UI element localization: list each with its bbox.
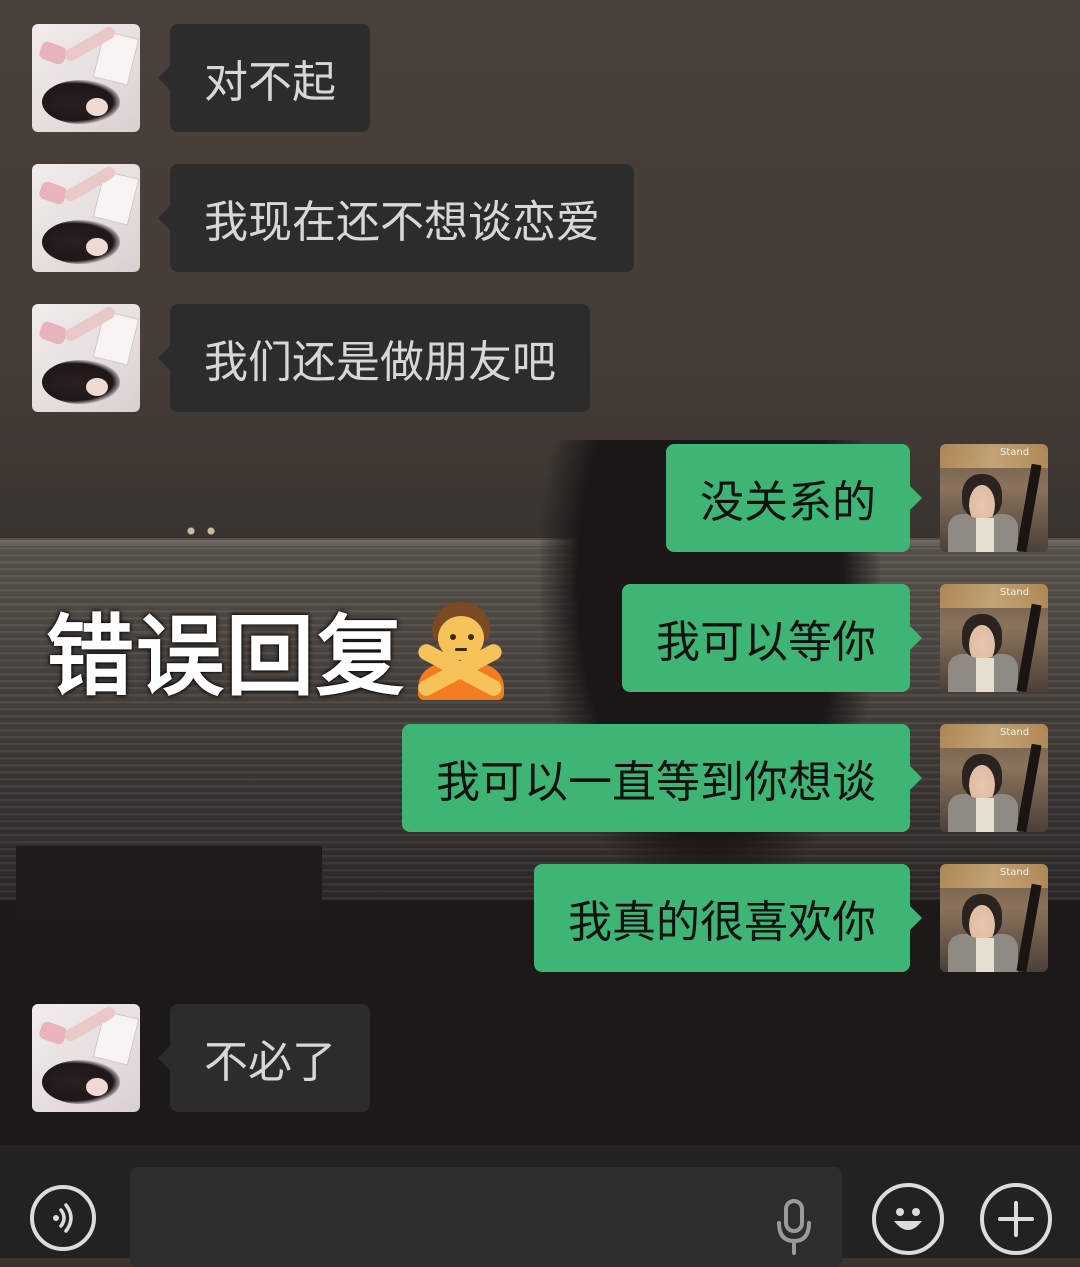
caption-text: 错误回复 [46, 605, 407, 708]
my-avatar[interactable]: Stand [940, 864, 1048, 972]
incoming-message-bubble[interactable]: 我们还是做朋友吧 [158, 304, 590, 412]
message-text: 我们还是做朋友吧 [204, 337, 556, 388]
message-row: 对不起 [0, 24, 1080, 132]
message-row: 我真的很喜欢你 Stand [0, 864, 1080, 972]
smiley-icon [894, 1208, 922, 1230]
microphone-icon[interactable] [774, 1199, 814, 1255]
message-text: 没关系的 [700, 477, 876, 528]
contact-avatar[interactable] [32, 304, 140, 412]
my-avatar[interactable]: Stand [940, 584, 1048, 692]
message-text: 我可以一直等到你想谈 [436, 757, 876, 808]
voice-toggle-button[interactable] [30, 1185, 96, 1251]
contact-avatar[interactable] [32, 164, 140, 272]
message-input[interactable] [130, 1167, 842, 1267]
my-avatar[interactable]: Stand [940, 444, 1048, 552]
emoji-button[interactable] [872, 1183, 944, 1255]
message-text: 我真的很喜欢你 [568, 897, 876, 948]
message-text: 我现在还不想谈恋爱 [204, 197, 600, 248]
contact-avatar[interactable] [32, 24, 140, 132]
avatar-sign-text: Stand [1000, 727, 1030, 738]
more-options-button[interactable] [980, 1183, 1052, 1255]
input-bar [0, 1145, 1080, 1267]
outgoing-message-bubble[interactable]: 没关系的 [666, 444, 922, 552]
outgoing-message-bubble[interactable]: 我真的很喜欢你 [534, 864, 922, 972]
outgoing-message-bubble[interactable]: 我可以等你 [622, 584, 922, 692]
person-gesturing-no-icon [410, 600, 510, 700]
overlay-caption: 错误回复 [46, 586, 510, 713]
avatar-sign-text: Stand [1000, 587, 1030, 598]
message-row: 没关系的 Stand [0, 444, 1080, 552]
plus-icon [998, 1201, 1034, 1237]
avatar-sign-text: Stand [1000, 867, 1030, 878]
avatar-sign-text: Stand [1000, 447, 1030, 458]
incoming-message-bubble[interactable]: 不必了 [158, 1004, 370, 1112]
message-row: 不必了 [0, 1004, 1080, 1112]
outgoing-message-bubble[interactable]: 我可以一直等到你想谈 [402, 724, 922, 832]
incoming-message-bubble[interactable]: 对不起 [158, 24, 370, 132]
message-text: 不必了 [204, 1037, 336, 1088]
incoming-message-bubble[interactable]: 我现在还不想谈恋爱 [158, 164, 634, 272]
message-text: 对不起 [204, 57, 336, 108]
my-avatar[interactable]: Stand [940, 724, 1048, 832]
contact-avatar[interactable] [32, 1004, 140, 1112]
message-row: 我可以一直等到你想谈 Stand [0, 724, 1080, 832]
message-row: 我现在还不想谈恋爱 [0, 164, 1080, 272]
voice-wave-icon [53, 1203, 73, 1233]
message-text: 我可以等你 [656, 617, 876, 668]
message-row: 我们还是做朋友吧 [0, 304, 1080, 412]
